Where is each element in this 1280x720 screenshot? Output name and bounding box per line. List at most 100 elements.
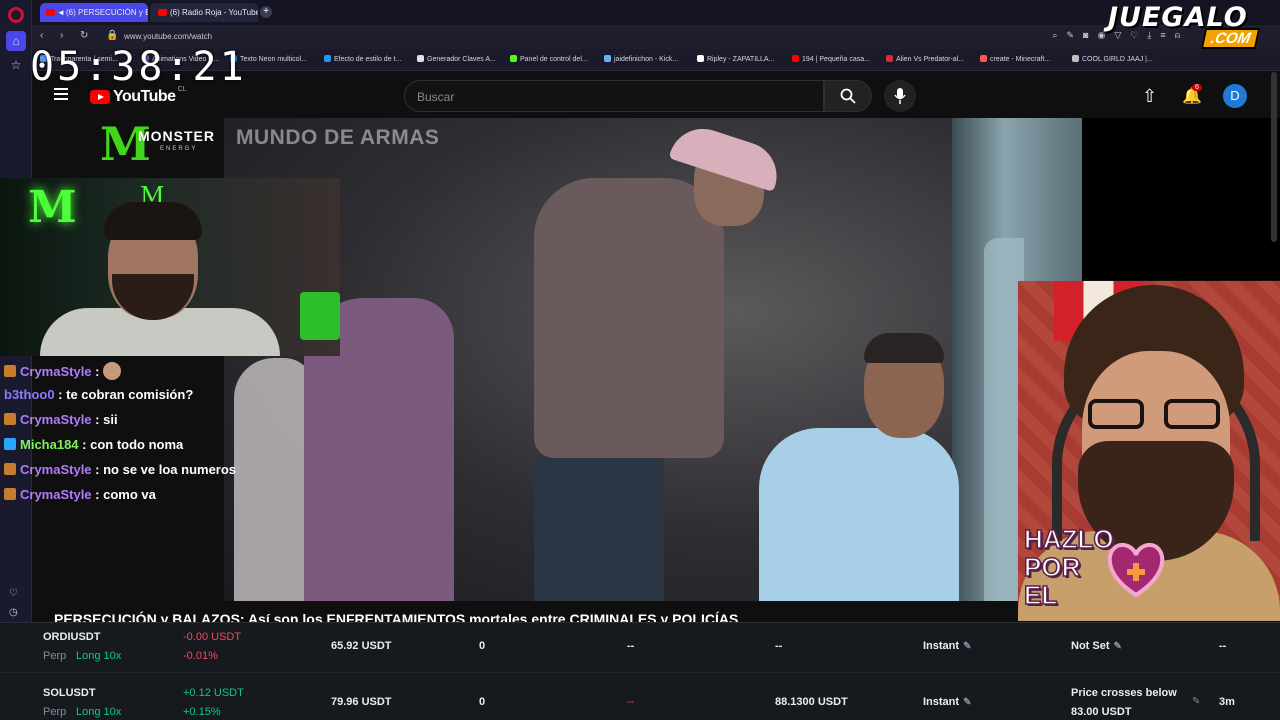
edit-pencil-icon: ✎ bbox=[963, 641, 972, 652]
monster-claw-icon: M bbox=[100, 117, 151, 171]
monster-logo: M MONSTER ENERGY bbox=[98, 118, 224, 178]
bookmark-favicon-icon bbox=[886, 55, 893, 62]
speaker-icon[interactable]: ◄ bbox=[57, 3, 65, 22]
position-row[interactable]: ORDIUSDT Perp Long 10x -0.00 USDT -0.01%… bbox=[0, 623, 1280, 672]
chat-badge-icon bbox=[4, 365, 16, 377]
search-icon bbox=[840, 88, 856, 104]
bookmark-favicon-icon bbox=[417, 55, 424, 62]
bookmark-favicon-icon bbox=[324, 55, 331, 62]
chat-badge-icon bbox=[4, 413, 16, 425]
video-scene-person bbox=[534, 458, 664, 601]
tab-label: (6) Radio Roja - YouTube bbox=[170, 8, 258, 17]
pin-icon[interactable]: ☆ bbox=[6, 55, 26, 75]
back-icon[interactable]: ‹ bbox=[40, 30, 43, 41]
opera-logo-icon[interactable] bbox=[8, 7, 24, 23]
close-mode[interactable]: Instant ✎ bbox=[923, 696, 971, 708]
col3: 0 bbox=[479, 696, 486, 708]
bookmark-favicon-icon bbox=[980, 55, 987, 62]
chat-badge-icon bbox=[4, 463, 16, 475]
reload-icon[interactable]: ↻ bbox=[80, 30, 88, 41]
tp-sl-trigger[interactable]: Not Set ✎ bbox=[1071, 640, 1122, 652]
video-player[interactable]: MUNDO DE ARMAS bbox=[224, 118, 1082, 601]
new-tab-button[interactable]: + bbox=[260, 6, 272, 18]
heart-icon bbox=[1107, 543, 1165, 597]
chat-message: CrymaStyle : no se ve loa numeros bbox=[4, 462, 236, 477]
bookmark-item[interactable]: Ripley - ZAPATILLA... bbox=[697, 55, 774, 63]
tab-strip: ◄ (6) PERSECUCIÓN y B (6) Radio Roja - Y… bbox=[32, 0, 1280, 25]
chat-message: b3thoo0 : te cobran comisión? bbox=[4, 387, 194, 402]
video-scene-person bbox=[534, 178, 724, 458]
col4: -- bbox=[627, 696, 635, 708]
heart-icon[interactable]: ♡ bbox=[9, 588, 18, 599]
webcam-light bbox=[300, 292, 340, 340]
chat-message: CrymaStyle : sii bbox=[4, 412, 118, 427]
monster-claw-icon: M bbox=[28, 182, 77, 233]
pnl: +0.12 USDT bbox=[183, 687, 244, 699]
tab-inactive[interactable]: (6) Radio Roja - YouTube bbox=[150, 3, 258, 22]
last-col: 3m bbox=[1219, 696, 1235, 708]
tab-label: (6) PERSECUCIÓN y B bbox=[66, 8, 148, 17]
symbol[interactable]: ORDIUSDT bbox=[43, 631, 100, 643]
bookmark-item[interactable]: Efecto de estilo de t... bbox=[324, 55, 401, 63]
forward-icon[interactable]: › bbox=[60, 30, 63, 41]
edit-pencil-icon: ✎ bbox=[963, 697, 972, 708]
col5: 88.1300 USDT bbox=[775, 696, 848, 708]
notification-count: 6 bbox=[1192, 84, 1202, 91]
url-field[interactable]: www.youtube.com/watch bbox=[124, 32, 212, 41]
streamer-avatar-overlay: HAZLO POR EL bbox=[1018, 281, 1280, 621]
bookmark-item[interactable]: create - Minecraft... bbox=[980, 55, 1050, 63]
home-icon[interactable]: ⌂ bbox=[6, 31, 26, 51]
search-button[interactable] bbox=[824, 80, 872, 112]
webcam-overlay: M M bbox=[0, 178, 340, 356]
youtube-favicon-icon bbox=[46, 9, 55, 16]
juegalo-logo: JUEGALO .COM bbox=[1108, 2, 1268, 49]
search-icon[interactable]: ⌕ bbox=[1052, 30, 1057, 41]
vpn-icon[interactable]: ◉ bbox=[1097, 30, 1105, 41]
col5: -- bbox=[775, 640, 783, 652]
symbol[interactable]: SOLUSDT bbox=[43, 687, 96, 699]
chat-emote-icon bbox=[103, 362, 122, 380]
monster-subtitle: ENERGY bbox=[160, 146, 198, 152]
camera-icon[interactable]: ◙ bbox=[1083, 30, 1088, 41]
pnl-percent: +0.15% bbox=[183, 706, 221, 718]
leverage: Long 10x bbox=[76, 650, 122, 662]
voice-search-button[interactable] bbox=[884, 80, 916, 112]
bookmark-favicon-icon bbox=[697, 55, 704, 62]
upload-icon[interactable]: ⇧ bbox=[1142, 86, 1157, 107]
chat-badge-icon bbox=[4, 488, 16, 500]
margin: 65.92 USDT bbox=[331, 640, 392, 652]
chat-message: CrymaStyle : bbox=[4, 362, 122, 380]
bookmark-item[interactable]: Panel de control del... bbox=[510, 55, 588, 63]
screen: ⌂ ☆ ♡ ◷ ◄ (6) PERSECUCIÓN y B (6) Radio … bbox=[0, 0, 1280, 720]
scrollbar[interactable] bbox=[1271, 72, 1277, 242]
margin: 79.96 USDT bbox=[331, 696, 392, 708]
position-row[interactable]: SOLUSDT Perp Long 10x +0.12 USDT +0.15% … bbox=[0, 672, 1280, 720]
bookmark-item[interactable]: Alien Vs Predator-al... bbox=[886, 55, 964, 63]
tp-sl-price: 83.00 USDT bbox=[1071, 706, 1132, 718]
search-input[interactable]: Buscar bbox=[404, 80, 824, 112]
close-mode[interactable]: Instant ✎ bbox=[923, 640, 971, 652]
microphone-icon bbox=[894, 88, 906, 104]
tab-active[interactable]: ◄ (6) PERSECUCIÓN y B bbox=[40, 3, 148, 22]
bookmark-item[interactable]: COOL GIRLD JAAJ |... bbox=[1072, 55, 1153, 63]
bookmark-item[interactable]: jaidefinichon - Kick... bbox=[604, 55, 678, 63]
edit-pencil-icon[interactable]: ✎ bbox=[1192, 696, 1200, 707]
edit-pencil-icon: ✎ bbox=[1113, 641, 1122, 652]
account-avatar[interactable]: D bbox=[1223, 84, 1247, 108]
youtube-favicon-icon bbox=[158, 9, 167, 16]
brand-bottom: .COM bbox=[1200, 28, 1261, 49]
hamburger-menu-icon[interactable] bbox=[54, 88, 68, 103]
chat-overlay: CrymaStyle : b3thoo0 : te cobran comisió… bbox=[0, 356, 252, 506]
pnl-percent: -0.01% bbox=[183, 650, 218, 662]
leverage: Long 10x bbox=[76, 706, 122, 718]
webcam-person bbox=[104, 202, 202, 240]
tp-sl-trigger[interactable]: Price crosses below bbox=[1071, 687, 1177, 699]
youtube-logo[interactable]: YouTube CL bbox=[90, 86, 187, 106]
bookmark-item[interactable]: 194 | Pequeña casa... bbox=[792, 55, 870, 63]
bookmark-item[interactable]: Generador Claves A... bbox=[417, 55, 496, 63]
edit-icon[interactable]: ✎ bbox=[1067, 30, 1075, 41]
chat-message: CrymaStyle : como va bbox=[4, 487, 156, 502]
bookmark-favicon-icon bbox=[604, 55, 611, 62]
history-icon[interactable]: ◷ bbox=[9, 607, 18, 618]
col4: -- bbox=[627, 640, 635, 652]
